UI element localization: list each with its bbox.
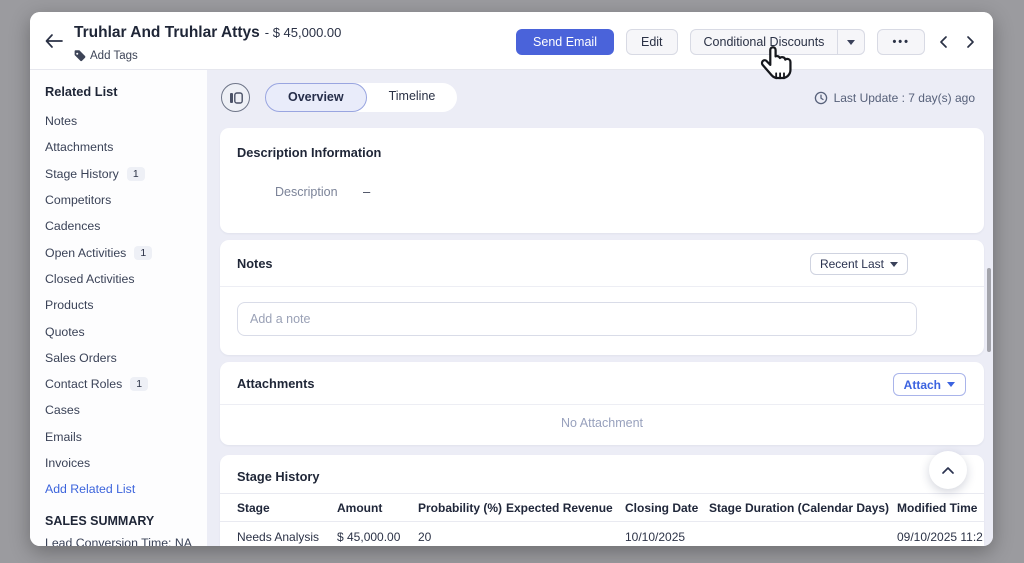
chevron-up-icon [942, 467, 954, 474]
lead-conversion-time: Lead Conversion Time: NA [45, 536, 192, 546]
description-section: Description Information Description – [220, 128, 984, 233]
cell-modified-time: 09/10/2025 11:2 [897, 530, 983, 544]
collapse-panel-button[interactable] [221, 83, 250, 112]
sidebar-item-open-activities[interactable]: Open Activities 1 [45, 239, 197, 265]
description-field-value: – [363, 184, 371, 199]
notes-section: Notes Recent Last [220, 240, 984, 355]
sidebar-item-stage-history[interactable]: Stage History 1 [45, 161, 197, 187]
clock-icon [814, 91, 827, 104]
caret-down-icon [890, 261, 898, 267]
attachments-section: Attachments Attach No Attachment [220, 362, 984, 445]
scroll-to-top-button[interactable] [929, 451, 967, 489]
tab-timeline[interactable]: Timeline [367, 83, 458, 112]
view-tabs: Overview Timeline [265, 83, 458, 112]
screen: { "header": { "title": "Truhlar And Truh… [0, 0, 1024, 563]
sidebar-item-cases[interactable]: Cases [45, 397, 197, 423]
last-update: Last Update : 7 day(s) ago [814, 91, 975, 105]
sidebar-item-cadences[interactable]: Cadences [45, 213, 197, 239]
add-related-list-link[interactable]: Add Related List [45, 476, 197, 502]
count-badge: 1 [134, 245, 153, 260]
cell-amount: $ 45,000.00 [337, 530, 401, 544]
view-tabbar: Overview Timeline Last Update : 7 day(s)… [207, 70, 993, 125]
sidebar-item-emails[interactable]: Emails [45, 424, 197, 450]
tab-overview[interactable]: Overview [265, 83, 367, 112]
attach-label: Attach [903, 377, 941, 392]
sidebar-item-products[interactable]: Products [45, 292, 197, 318]
back-arrow-icon[interactable] [44, 33, 64, 49]
count-badge: 1 [126, 166, 145, 181]
record-title-row: Truhlar And Truhlar Attys - $ 45,000.00 [74, 24, 341, 42]
deal-amount: - $ 45,000.00 [264, 25, 342, 40]
vertical-scrollbar[interactable] [987, 268, 991, 352]
sales-summary-header: SALES SUMMARY [45, 514, 155, 529]
description-field-label: Description [275, 185, 338, 199]
column-header-expected-revenue: Expected Revenue [506, 500, 613, 515]
sidebar-item-notes[interactable]: Notes [45, 108, 197, 134]
column-header-modified-time: Modified Time [897, 500, 978, 515]
table-header-row: Stage Amount Probability (%) Expected Re… [220, 493, 984, 522]
conditional-discounts-button[interactable]: Conditional Discounts [689, 29, 839, 55]
caret-down-icon [847, 39, 856, 45]
header-actions: Send Email Edit Conditional Discounts ••… [516, 29, 977, 55]
cell-probability: 20 [418, 530, 432, 544]
no-attachment-text: No Attachment [561, 416, 643, 430]
send-email-button[interactable]: Send Email [516, 29, 614, 55]
divider [220, 404, 984, 405]
column-header-stage-duration: Stage Duration (Calendar Days) [709, 500, 890, 515]
notes-sort-dropdown[interactable]: Recent Last [809, 253, 908, 275]
divider [220, 286, 984, 287]
sidebar-item-invoices[interactable]: Invoices [45, 450, 197, 476]
column-header-probability: Probability (%) [418, 500, 503, 515]
sidebar-item-contact-roles[interactable]: Contact Roles 1 [45, 371, 197, 397]
tag-icon [74, 50, 86, 62]
cell-closing-date: 10/10/2025 [625, 530, 686, 544]
related-list-header: Related List [45, 84, 118, 99]
main-content: Overview Timeline Last Update : 7 day(s)… [207, 70, 993, 546]
column-header-amount: Amount [337, 500, 383, 515]
conditional-discounts-dropdown-button[interactable] [838, 29, 866, 55]
edit-button[interactable]: Edit [625, 29, 678, 55]
notes-sort-label: Recent Last [819, 257, 884, 271]
section-title: Notes [237, 256, 273, 271]
add-tags-label: Add Tags [90, 49, 138, 62]
last-update-text: Last Update : 7 day(s) ago [833, 90, 975, 105]
column-header-stage: Stage [237, 500, 270, 515]
more-actions-button[interactable]: ••• [877, 29, 925, 55]
section-title: Description Information [237, 145, 382, 160]
page-title: Truhlar And Truhlar Attys [74, 24, 260, 41]
caret-down-icon [947, 382, 955, 387]
add-note-input[interactable] [237, 302, 917, 336]
table-row[interactable]: Needs Analysis $ 45,000.00 20 10/10/2025… [220, 522, 984, 546]
section-title: Stage History [237, 469, 320, 484]
record-header: Truhlar And Truhlar Attys - $ 45,000.00 A… [30, 12, 993, 70]
attach-dropdown-button[interactable]: Attach [892, 373, 966, 396]
app-window: Truhlar And Truhlar Attys - $ 45,000.00 A… [30, 12, 993, 546]
conditional-discounts-split-button: Conditional Discounts [689, 29, 866, 55]
count-badge: 1 [130, 377, 149, 392]
related-list-sidebar: Related List Notes Attachments Stage His… [30, 70, 207, 546]
stage-history-section: Stage History Stage Amount Probability (… [220, 455, 984, 546]
sidebar-item-competitors[interactable]: Competitors [45, 187, 197, 213]
column-header-closing-date: Closing Date [625, 500, 699, 515]
sidebar-item-closed-activities[interactable]: Closed Activities [45, 266, 197, 292]
panel-toggle-icon [229, 91, 243, 104]
cell-stage: Needs Analysis [237, 530, 320, 544]
sidebar-item-attachments[interactable]: Attachments [45, 134, 197, 160]
previous-record-icon[interactable] [937, 35, 951, 49]
sidebar-item-quotes[interactable]: Quotes [45, 318, 197, 344]
next-record-icon[interactable] [963, 35, 977, 49]
add-tags[interactable]: Add Tags [73, 49, 138, 62]
sidebar-item-sales-orders[interactable]: Sales Orders [45, 345, 197, 371]
section-title: Attachments [237, 376, 315, 391]
